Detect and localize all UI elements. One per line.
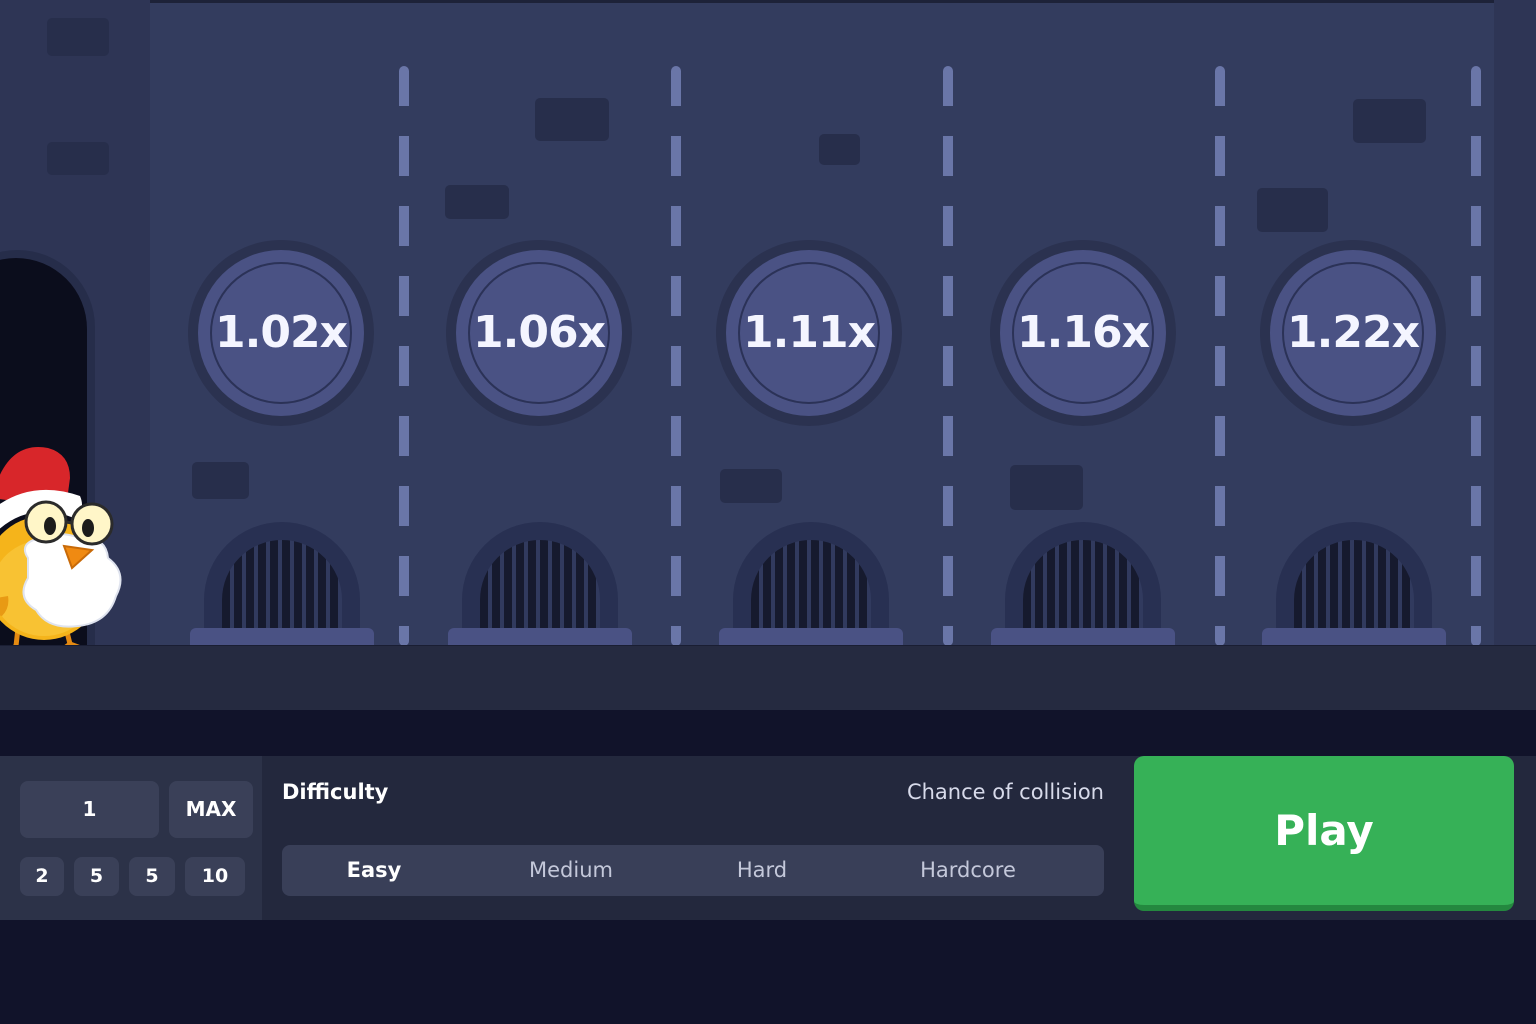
- multiplier-label: 1.06x: [473, 307, 606, 358]
- bet-controls: 1 MAX 2 5 5 10: [0, 756, 262, 920]
- bet-max-button[interactable]: MAX: [169, 781, 253, 838]
- multiplier-label: 1.11x: [743, 307, 876, 358]
- ceiling-line: [0, 0, 1536, 3]
- wall-brick: [1010, 465, 1083, 510]
- difficulty-tab-easy[interactable]: Easy: [282, 845, 466, 896]
- wall-brick: [535, 98, 609, 141]
- multiplier-coin-3[interactable]: 1.11x: [716, 240, 902, 426]
- wall-brick: [445, 185, 509, 219]
- quick-bet-button[interactable]: 5: [129, 857, 175, 896]
- difficulty-tab-hard[interactable]: Hard: [676, 845, 848, 896]
- grate-sill: [190, 628, 374, 645]
- multiplier-label: 1.02x: [215, 307, 348, 358]
- multiplier-label: 1.16x: [1017, 307, 1150, 358]
- quick-bet-button[interactable]: 5: [74, 857, 119, 896]
- lane-divider: [671, 66, 681, 646]
- wall-brick: [1257, 188, 1328, 232]
- difficulty-selector: Easy Medium Hard Hardcore: [282, 845, 1104, 896]
- wall-brick: [1353, 99, 1426, 143]
- difficulty-tab-medium[interactable]: Medium: [466, 845, 676, 896]
- grate-sill: [991, 628, 1175, 645]
- right-wall: [1494, 0, 1536, 645]
- wall-brick: [192, 462, 249, 499]
- floor: [0, 645, 1536, 710]
- lane-divider: [943, 66, 953, 646]
- wall-brick: [47, 142, 109, 175]
- wall-brick: [47, 18, 109, 56]
- sewer-grate: [448, 522, 632, 645]
- grate-sill: [448, 628, 632, 645]
- sewer-grate: [719, 522, 903, 645]
- chicken-character-icon: [0, 447, 122, 655]
- multiplier-label: 1.22x: [1287, 307, 1420, 358]
- wall-brick: [720, 469, 782, 503]
- game-scene: 1.02x 1.06x 1.11x 1.16x 1.22x: [0, 0, 1536, 710]
- multiplier-coin-5[interactable]: 1.22x: [1260, 240, 1446, 426]
- grate-sill: [1262, 628, 1446, 645]
- sewer-grate: [1262, 522, 1446, 645]
- multiplier-coin-2[interactable]: 1.06x: [446, 240, 632, 426]
- play-button[interactable]: Play: [1134, 756, 1514, 911]
- quick-bet-button[interactable]: 10: [185, 857, 245, 896]
- control-panel: 1 MAX 2 5 5 10 Difficulty Chance of coll…: [0, 756, 1536, 920]
- sewer-grate: [190, 522, 374, 645]
- difficulty-tab-hardcore[interactable]: Hardcore: [848, 845, 1088, 896]
- difficulty-label: Difficulty: [282, 780, 389, 804]
- multiplier-coin-1[interactable]: 1.02x: [188, 240, 374, 426]
- sewer-grate: [991, 522, 1175, 645]
- grate-sill: [719, 628, 903, 645]
- bet-amount-input[interactable]: 1: [20, 781, 159, 838]
- lane-divider: [399, 66, 409, 646]
- multiplier-coin-4[interactable]: 1.16x: [990, 240, 1176, 426]
- wall-brick: [819, 134, 860, 165]
- quick-bet-button[interactable]: 2: [20, 857, 64, 896]
- collision-chance-label: Chance of collision: [906, 780, 1104, 804]
- lane-divider: [1471, 66, 1481, 646]
- lane-divider: [1215, 66, 1225, 646]
